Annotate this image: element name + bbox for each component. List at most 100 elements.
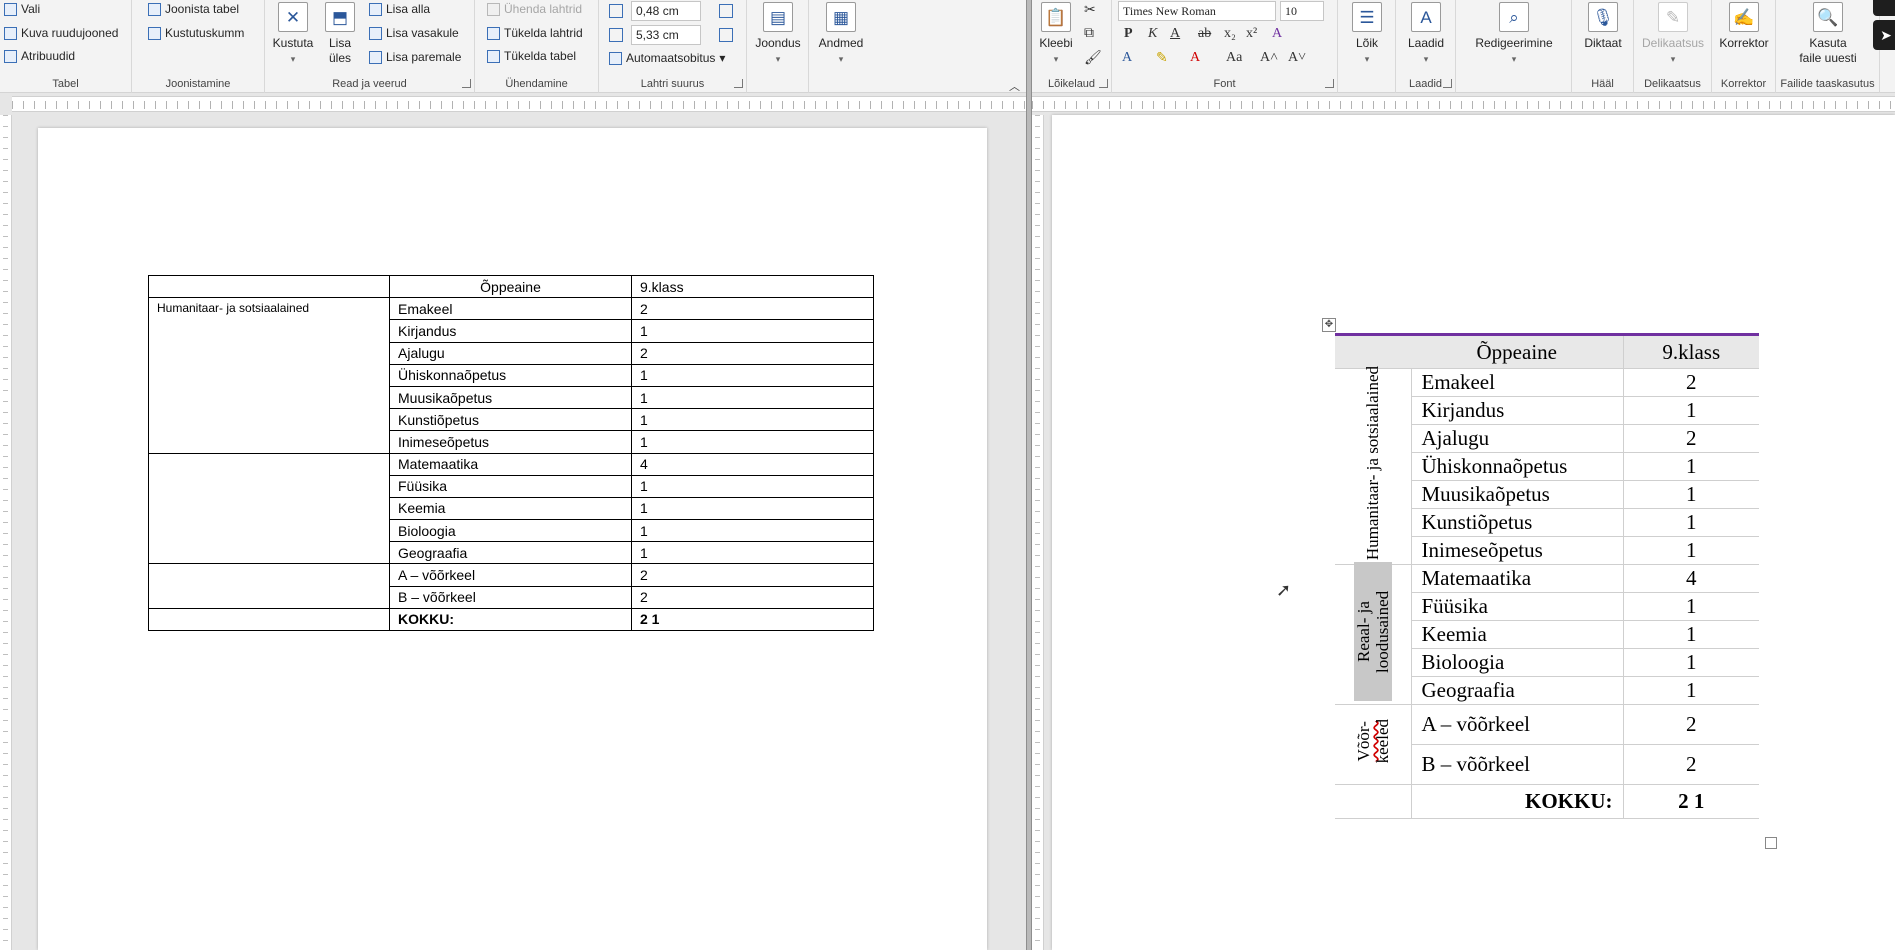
- change-case-icon[interactable]: Aa: [1226, 50, 1242, 66]
- subject-cell[interactable]: A – võõrkeel: [389, 563, 632, 587]
- table-resize-handle[interactable]: [1765, 837, 1777, 849]
- horizontal-ruler[interactable]: [1032, 96, 1895, 112]
- value-cell[interactable]: 1: [1623, 480, 1759, 509]
- subject-cell[interactable]: Muusikaõpetus: [1411, 480, 1624, 509]
- horizontal-ruler[interactable]: [12, 96, 1026, 112]
- reuse-files-button[interactable]: 🔍 Kasuta faile uuesti: [1780, 2, 1876, 66]
- subject-cell[interactable]: Bioloogia: [1411, 648, 1624, 677]
- value-cell[interactable]: 1: [1623, 592, 1759, 621]
- insert-below-button[interactable]: Lisa alla: [369, 2, 430, 16]
- table-move-handle-icon[interactable]: ✥: [1322, 318, 1336, 332]
- dictate-button[interactable]: 🎙 Diktaat: [1578, 2, 1628, 51]
- font-color-icon[interactable]: A: [1190, 50, 1200, 66]
- subject-cell[interactable]: Geograafia: [389, 541, 632, 565]
- value-cell[interactable]: 2: [1623, 368, 1759, 397]
- value-cell[interactable]: 1: [631, 474, 874, 498]
- view-gridlines-button[interactable]: Kuva ruudujooned: [4, 26, 118, 40]
- subject-cell[interactable]: Geograafia: [1411, 676, 1624, 705]
- sensitivity-button[interactable]: ✎ Delikaatsus ▾: [1638, 2, 1708, 67]
- value-cell[interactable]: 1: [1623, 620, 1759, 649]
- highlight-icon[interactable]: ✎: [1156, 50, 1168, 67]
- paragraph-button[interactable]: ☰ Lõik ▾: [1344, 2, 1390, 67]
- subject-cell[interactable]: Ajalugu: [1411, 424, 1624, 453]
- delete-button[interactable]: ✕ Kustuta ▾: [269, 2, 317, 67]
- data-button[interactable]: ▦ Andmed ▾: [815, 2, 867, 67]
- group-cell-languages[interactable]: Võõr-keeled: [1335, 704, 1412, 785]
- subject-cell[interactable]: Füüsika: [1411, 592, 1624, 621]
- subject-cell[interactable]: Emakeel: [389, 297, 632, 321]
- send-icon[interactable]: ➤: [1873, 20, 1895, 50]
- italic-icon[interactable]: K: [1148, 26, 1157, 42]
- shrink-font-icon[interactable]: A˅: [1288, 50, 1306, 66]
- value-cell[interactable]: 2: [1623, 704, 1759, 745]
- total-label-cell[interactable]: KOKKU:: [389, 607, 632, 632]
- value-cell[interactable]: 2: [1623, 424, 1759, 453]
- properties-button[interactable]: Atribuudid: [4, 49, 75, 63]
- value-cell[interactable]: 1: [1623, 396, 1759, 425]
- insert-right-button[interactable]: Lisa paremale: [369, 50, 461, 64]
- bold-icon[interactable]: P: [1124, 26, 1133, 42]
- dialog-launcher-icon[interactable]: [462, 79, 471, 88]
- header-empty-cell[interactable]: [148, 274, 390, 299]
- total-empty-cell[interactable]: [1335, 784, 1412, 819]
- subject-cell[interactable]: Füüsika: [389, 474, 632, 498]
- cell-height-input[interactable]: 0,48 cm: [631, 1, 701, 21]
- subject-cell[interactable]: Emakeel: [1411, 368, 1624, 397]
- value-cell[interactable]: 2: [631, 585, 874, 609]
- subject-cell[interactable]: Ühiskonnaõpetus: [1411, 452, 1624, 481]
- merge-cells-button[interactable]: Ühenda lahtrid: [487, 2, 582, 16]
- group-cell-humanities[interactable]: Humanitaar- ja sotsiaalained: [1335, 366, 1412, 565]
- distribute-columns-icon[interactable]: [719, 28, 733, 42]
- value-cell[interactable]: 1: [1623, 536, 1759, 565]
- subject-cell[interactable]: B – võõrkeel: [1411, 744, 1624, 785]
- collapse-ribbon-icon[interactable]: ︿: [1009, 78, 1020, 94]
- subject-cell[interactable]: A – võõrkeel: [1411, 704, 1624, 745]
- value-cell[interactable]: 1: [1623, 508, 1759, 537]
- subject-cell[interactable]: Muusikaõpetus: [389, 385, 632, 410]
- group-cell-humanities[interactable]: Humanitaar- ja sotsiaalained: [148, 297, 390, 454]
- total-value-cell[interactable]: 2 1: [631, 607, 874, 632]
- cell-width-input[interactable]: 5,33 cm: [631, 25, 701, 45]
- vertical-ruler[interactable]: [0, 115, 12, 950]
- subject-cell[interactable]: Ajalugu: [389, 341, 632, 365]
- format-painter-icon[interactable]: 🖌: [1084, 50, 1102, 67]
- insert-above-button[interactable]: ⬒ Lisa üles: [322, 2, 358, 66]
- cut-icon[interactable]: ✂: [1084, 2, 1096, 19]
- draw-table-button[interactable]: Joonista tabel: [148, 2, 239, 16]
- font-size-input[interactable]: 10: [1280, 1, 1324, 21]
- strikethrough-icon[interactable]: ab: [1198, 26, 1211, 42]
- value-cell[interactable]: 1: [631, 385, 874, 410]
- styles-button[interactable]: A Laadid ▾: [1402, 2, 1450, 67]
- value-cell[interactable]: 1: [631, 319, 874, 343]
- header-grade-cell[interactable]: 9.klass: [631, 274, 874, 299]
- underline-icon[interactable]: A: [1170, 26, 1180, 42]
- subject-cell[interactable]: Kirjandus: [1411, 396, 1624, 425]
- subject-cell[interactable]: Kirjandus: [389, 319, 632, 343]
- value-cell[interactable]: 1: [631, 496, 874, 521]
- total-empty-cell[interactable]: [148, 607, 390, 632]
- text-effects-icon[interactable]: A: [1122, 50, 1132, 66]
- total-label-cell[interactable]: KOKKU:: [1411, 784, 1624, 819]
- select-button[interactable]: Vali: [4, 2, 40, 16]
- total-value-cell[interactable]: 2 1: [1623, 784, 1759, 819]
- copy-icon[interactable]: ⧉: [1084, 26, 1094, 42]
- dialog-launcher-icon[interactable]: [1099, 79, 1108, 88]
- header-subject-cell[interactable]: Õppeaine: [389, 274, 632, 299]
- subject-table-formatted[interactable]: Õppeaine 9.klass Humanitaar- ja sotsiaal…: [1335, 333, 1759, 819]
- value-cell[interactable]: 1: [631, 519, 874, 543]
- header-empty-cell[interactable]: [1335, 333, 1411, 369]
- document-page[interactable]: Õppeaine 9.klass Humanitaar- ja sotsiaal…: [38, 128, 987, 950]
- group-cell-empty[interactable]: [148, 452, 390, 565]
- vertical-ruler[interactable]: [1032, 115, 1044, 950]
- value-cell[interactable]: 1: [631, 408, 874, 432]
- value-cell[interactable]: 2: [631, 341, 874, 365]
- subject-table-original[interactable]: Õppeaine 9.klass Humanitaar- ja sotsiaal…: [148, 274, 874, 632]
- clear-formatting-icon[interactable]: A: [1272, 26, 1282, 42]
- superscript-icon[interactable]: x²: [1246, 26, 1257, 42]
- group-cell-sciences[interactable]: Reaal- ja loodusained: [1335, 562, 1412, 705]
- subject-cell[interactable]: Ühiskonnaõpetus: [389, 363, 632, 387]
- value-cell[interactable]: 1: [1623, 452, 1759, 481]
- distribute-rows-icon[interactable]: [719, 4, 733, 18]
- value-cell[interactable]: 1: [1623, 676, 1759, 705]
- subject-cell[interactable]: Inimeseõpetus: [1411, 536, 1624, 565]
